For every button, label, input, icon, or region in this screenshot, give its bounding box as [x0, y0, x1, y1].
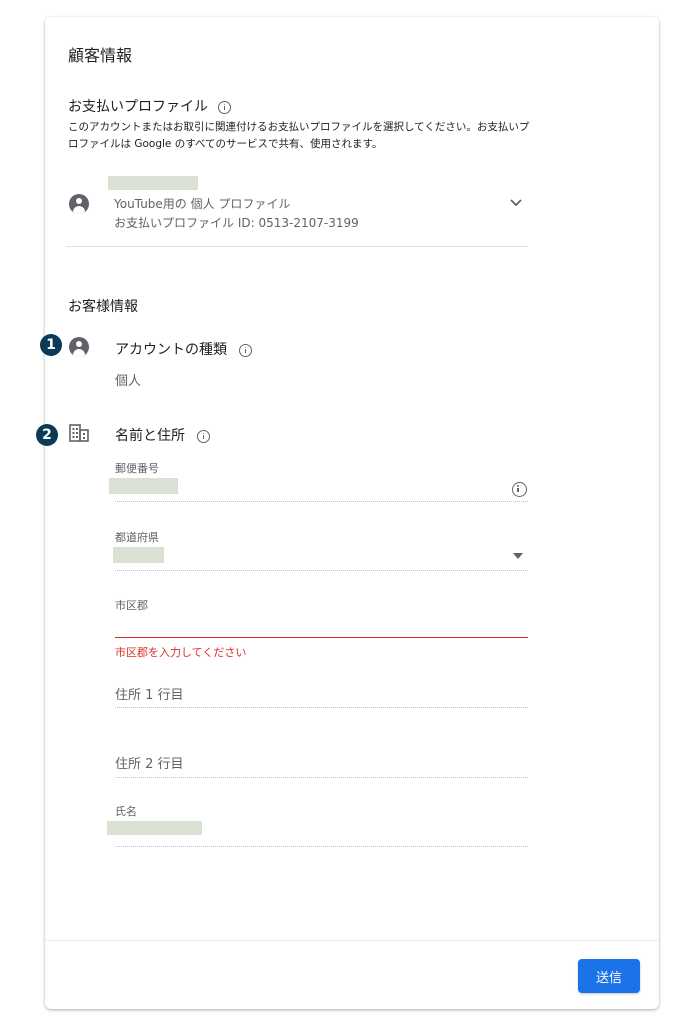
submit-button[interactable]: 送信: [578, 959, 640, 993]
profile-id-text: お支払いプロファイル ID: 0513-2107-3199: [114, 216, 359, 230]
city-label: 市区郡: [115, 599, 148, 612]
payment-profile-description: このアカウントまたはお取引に関連付けるお支払いプロファイルを選択してください。お…: [68, 121, 530, 150]
address-line-1-input[interactable]: 住所 1 行目: [115, 684, 184, 703]
customer-info-card: [45, 17, 659, 1009]
full-name-label: 氏名: [115, 805, 137, 818]
postal-code-label: 郵便番号: [115, 462, 159, 475]
info-icon[interactable]: [239, 343, 253, 357]
prefecture-select[interactable]: [113, 547, 164, 563]
address-line-2-input[interactable]: 住所 2 行目: [115, 753, 184, 772]
annotation-badge-2: 2: [36, 424, 58, 446]
city-error-message: 市区郡を入力してください: [115, 646, 247, 659]
info-icon[interactable]: [197, 429, 211, 443]
dropdown-arrow-icon[interactable]: [513, 553, 523, 559]
postal-code-underline: [115, 501, 528, 502]
footer-divider: [45, 940, 659, 941]
chevron-down-icon[interactable]: [509, 198, 523, 208]
postal-code-input[interactable]: [109, 478, 178, 494]
city-error-underline: [115, 637, 528, 638]
account-type-value: 個人: [115, 374, 142, 389]
address-line-2-underline: [115, 777, 528, 778]
page-title: 顧客情報: [68, 46, 133, 65]
city-input[interactable]: [115, 612, 528, 636]
person-icon: [69, 194, 89, 214]
name-address-heading: 名前と住所: [115, 425, 211, 445]
prefecture-underline: [115, 570, 528, 571]
address-line-1-underline: [115, 707, 528, 708]
payment-profile-selector[interactable]: YouTube用の 個人 プロファイル お支払いプロファイル ID: 0513-…: [66, 172, 530, 246]
divider: [66, 246, 528, 247]
building-icon: [69, 424, 89, 442]
payment-profile-heading: お支払いプロファイル: [68, 96, 232, 116]
full-name-underline: [115, 846, 528, 847]
redacted-profile-name: [108, 176, 198, 190]
info-icon[interactable]: [512, 482, 527, 497]
full-name-input[interactable]: [107, 821, 202, 835]
customer-info-heading: お客様情報: [68, 299, 138, 315]
prefecture-label: 都道府県: [115, 531, 159, 544]
person-icon: [69, 337, 89, 357]
payment-profile-heading-text: お支払いプロファイル: [68, 99, 208, 115]
account-type-heading-text: アカウントの種類: [115, 342, 227, 358]
profile-type-text: YouTube用の 個人 プロファイル: [114, 197, 291, 211]
annotation-badge-1: 1: [40, 334, 62, 356]
info-icon[interactable]: [218, 100, 232, 114]
account-type-heading: アカウントの種類: [115, 339, 253, 359]
name-address-heading-text: 名前と住所: [115, 428, 185, 444]
